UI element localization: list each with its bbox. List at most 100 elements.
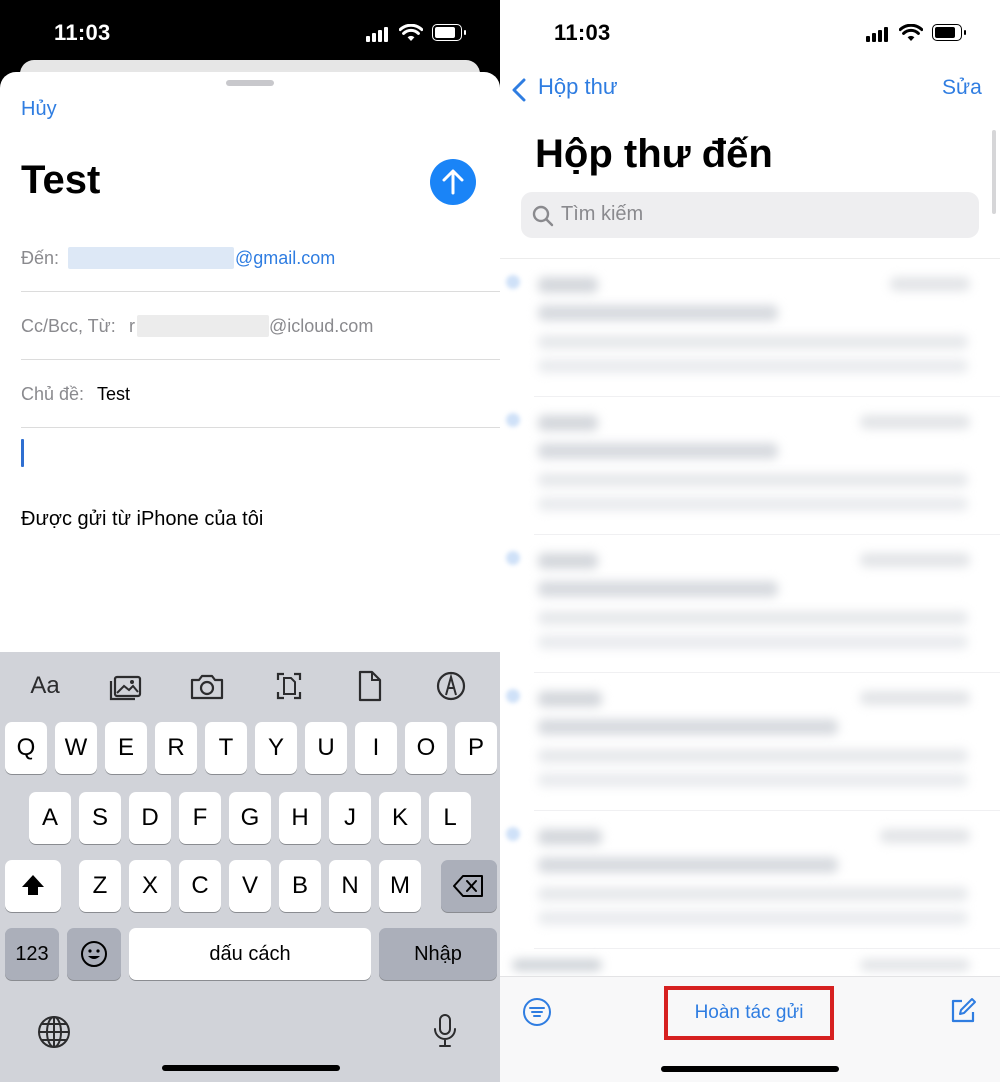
blurred-subject: [538, 857, 838, 873]
return-key[interactable]: Nhập: [379, 928, 497, 980]
blurred-sender: [538, 553, 598, 569]
key-c[interactable]: C: [179, 860, 221, 912]
key-b[interactable]: B: [279, 860, 321, 912]
key-p[interactable]: P: [455, 722, 497, 774]
message-list: [500, 258, 1000, 976]
blurred-preview: [538, 911, 968, 925]
cancel-button[interactable]: Hủy: [21, 98, 57, 121]
blurred-date: [860, 553, 970, 567]
blurred-preview: [538, 635, 968, 649]
blurred-preview: [538, 887, 968, 901]
unread-indicator: [506, 551, 520, 565]
camera-icon[interactable]: [187, 668, 227, 704]
shift-key[interactable]: [5, 860, 61, 912]
photo-library-icon[interactable]: [106, 668, 146, 704]
to-field[interactable]: Đến: @gmail.com: [21, 224, 500, 292]
key-s[interactable]: S: [79, 792, 121, 844]
shift-icon: [22, 875, 44, 895]
send-button[interactable]: [430, 159, 476, 205]
sheet-grabber[interactable]: [226, 80, 274, 86]
key-v[interactable]: V: [229, 860, 271, 912]
blurred-subject: [538, 443, 778, 459]
edit-button[interactable]: Sửa: [942, 76, 982, 100]
list-item[interactable]: [500, 535, 1000, 673]
from-prefix: r: [129, 316, 135, 336]
email-body-signature[interactable]: Được gửi từ iPhone của tôi: [21, 508, 263, 531]
blurred-date: [860, 415, 970, 429]
compose-title: Test: [21, 158, 101, 202]
wifi-icon: [899, 24, 923, 41]
key-d[interactable]: D: [129, 792, 171, 844]
key-t[interactable]: T: [205, 722, 247, 774]
search-placeholder: Tìm kiếm: [561, 203, 644, 225]
key-i[interactable]: I: [355, 722, 397, 774]
key-e[interactable]: E: [105, 722, 147, 774]
blurred-date: [860, 959, 970, 971]
text-format-icon[interactable]: Aa: [25, 668, 65, 704]
undo-send-highlight: Hoàn tác gửi: [664, 986, 834, 1040]
key-z[interactable]: Z: [79, 860, 121, 912]
key-k[interactable]: K: [379, 792, 421, 844]
key-m[interactable]: M: [379, 860, 421, 912]
subject-field[interactable]: Chủ đề: Test: [21, 360, 500, 428]
subject-label: Chủ đề:: [21, 384, 85, 404]
document-icon[interactable]: [350, 668, 390, 704]
key-w[interactable]: W: [55, 722, 97, 774]
home-indicator: [661, 1066, 839, 1072]
list-item[interactable]: [500, 259, 1000, 397]
key-o[interactable]: O: [405, 722, 447, 774]
markup-icon[interactable]: [431, 668, 471, 704]
inbox-screen: 11:03 Hộp thư Sửa Hộp thư đến Tìm kiếm H…: [500, 0, 1000, 1082]
key-u[interactable]: U: [305, 722, 347, 774]
blurred-subject: [538, 719, 838, 735]
to-label: Đến:: [21, 248, 60, 268]
chevron-left-icon: [512, 78, 526, 102]
redacted-recipient: [68, 247, 234, 269]
blurred-preview: [538, 773, 968, 787]
key-a[interactable]: A: [29, 792, 71, 844]
arrow-up-icon: [442, 169, 464, 195]
key-q[interactable]: Q: [5, 722, 47, 774]
key-f[interactable]: F: [179, 792, 221, 844]
list-item[interactable]: [500, 949, 1000, 976]
blurred-sender: [512, 959, 602, 971]
key-y[interactable]: Y: [255, 722, 297, 774]
list-item[interactable]: [500, 397, 1000, 535]
key-h[interactable]: H: [279, 792, 321, 844]
key-g[interactable]: G: [229, 792, 271, 844]
blurred-date: [880, 829, 970, 843]
delete-backward-icon: [453, 875, 483, 897]
space-key[interactable]: dấu cách: [129, 928, 371, 980]
filter-icon[interactable]: [522, 997, 552, 1027]
scan-document-icon[interactable]: [269, 668, 309, 704]
unread-indicator: [506, 689, 520, 703]
key-n[interactable]: N: [329, 860, 371, 912]
blurred-subject: [538, 305, 778, 321]
key-l[interactable]: L: [429, 792, 471, 844]
scrollbar[interactable]: [992, 130, 996, 214]
numbers-key[interactable]: 123: [5, 928, 59, 980]
blurred-sender: [538, 415, 598, 431]
blurred-sender: [538, 691, 602, 707]
list-item[interactable]: [500, 673, 1000, 811]
ccbcc-from-field[interactable]: Cc/Bcc, Từ: r @icloud.com: [21, 292, 500, 360]
blurred-preview: [538, 497, 968, 511]
blurred-preview: [538, 335, 968, 349]
search-field[interactable]: Tìm kiếm: [521, 192, 979, 238]
globe-icon[interactable]: [36, 1014, 72, 1050]
compose-screen: 11:03 Hủy Test Đến: @gmail.com Cc/Bcc, T…: [0, 0, 500, 1082]
undo-send-button[interactable]: Hoàn tác gửi: [668, 1002, 830, 1024]
emoji-key[interactable]: [67, 928, 121, 980]
microphone-icon[interactable]: [430, 1012, 460, 1050]
delete-key[interactable]: [441, 860, 497, 912]
key-x[interactable]: X: [129, 860, 171, 912]
status-time: 11:03: [554, 20, 611, 45]
subject-value: Test: [97, 384, 131, 404]
status-time: 11:03: [54, 20, 111, 45]
blurred-date: [860, 691, 970, 705]
list-item[interactable]: [500, 811, 1000, 949]
compose-icon[interactable]: [948, 996, 978, 1026]
key-r[interactable]: R: [155, 722, 197, 774]
blurred-subject: [538, 581, 778, 597]
key-j[interactable]: J: [329, 792, 371, 844]
